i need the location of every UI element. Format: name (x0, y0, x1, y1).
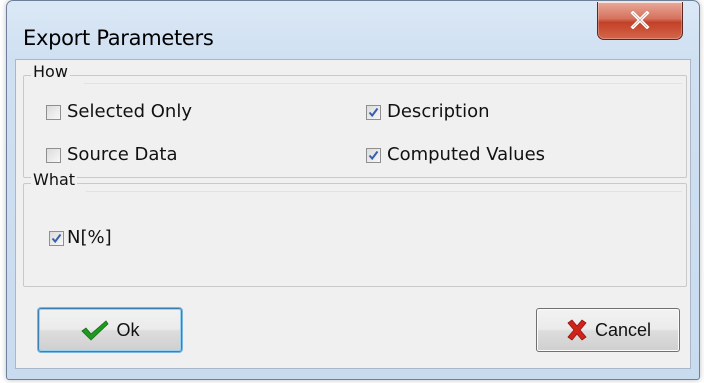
how-group-divider (84, 83, 682, 84)
computed-values-label: Computed Values (387, 144, 546, 165)
red-x-icon (565, 318, 589, 342)
description-label: Description (387, 101, 490, 122)
n-percent-checkbox[interactable] (49, 230, 64, 246)
what-group: What N[%] (23, 170, 687, 287)
description-option[interactable]: Description (366, 102, 490, 122)
what-group-divider (86, 191, 682, 192)
ok-button[interactable]: Ok (38, 308, 182, 352)
what-group-title: What (31, 170, 78, 189)
how-group: How Selected Only Source Data Descriptio… (23, 62, 687, 178)
dialog-body: How Selected Only Source Data Descriptio… (15, 59, 691, 369)
source-data-label: Source Data (67, 144, 178, 165)
close-button[interactable] (597, 2, 683, 40)
source-data-checkbox[interactable] (46, 147, 61, 163)
description-checkbox[interactable] (366, 104, 381, 120)
how-group-title: How (31, 62, 70, 81)
n-percent-option[interactable]: N[%] (49, 228, 112, 248)
computed-values-option[interactable]: Computed Values (366, 145, 545, 165)
n-percent-label: N[%] (67, 227, 112, 248)
checkmark-icon (51, 233, 62, 243)
green-checkmark-icon (80, 319, 110, 341)
selected-only-checkbox[interactable] (46, 104, 61, 120)
cancel-button[interactable]: Cancel (536, 308, 680, 352)
dialog-title: Export Parameters (23, 26, 214, 50)
checkmark-icon (368, 107, 379, 117)
selected-only-label: Selected Only (67, 101, 192, 122)
title-bar[interactable]: Export Parameters (7, 1, 699, 59)
close-icon (630, 11, 650, 29)
cancel-button-label: Cancel (594, 319, 652, 340)
ok-button-label: Ok (116, 319, 140, 340)
selected-only-option[interactable]: Selected Only (46, 102, 192, 122)
computed-values-checkbox[interactable] (366, 147, 381, 163)
export-parameters-dialog: Export Parameters How Selected Only Sour… (6, 0, 700, 380)
checkmark-icon (368, 150, 379, 160)
source-data-option[interactable]: Source Data (46, 145, 178, 165)
